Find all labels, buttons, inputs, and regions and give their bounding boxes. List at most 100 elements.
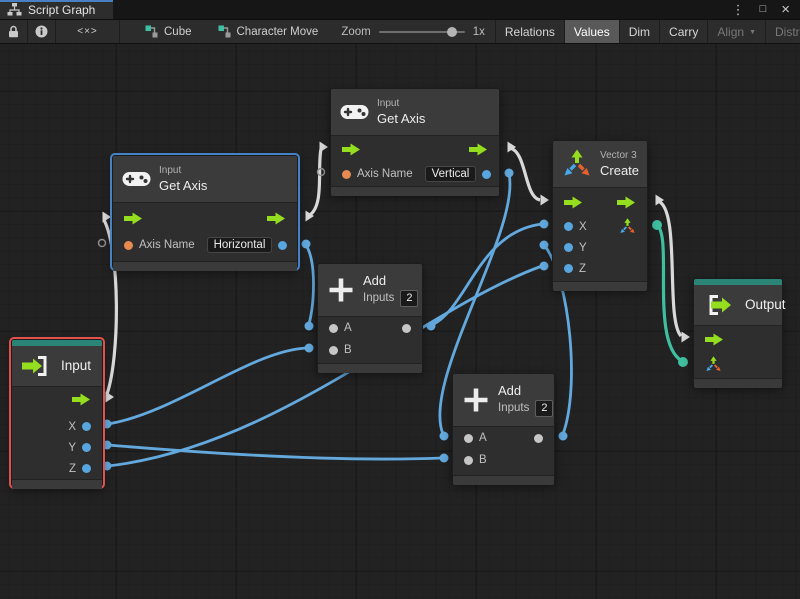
tab-script-graph[interactable]: Script Graph <box>0 0 113 19</box>
blue-value-port[interactable] <box>564 222 573 231</box>
gray-value-port[interactable] <box>402 324 411 333</box>
wire-input-event-x-to-add-1-b[interactable] <box>108 348 307 424</box>
inputs-label: Inputs <box>363 292 394 304</box>
node-input-event[interactable]: Input XYZ <box>11 339 103 487</box>
vector3-icon <box>562 149 592 179</box>
gamepad-icon <box>340 102 369 122</box>
orange-value-port[interactable] <box>124 241 133 250</box>
blue-value-port[interactable] <box>564 264 573 273</box>
node-row <box>12 387 102 411</box>
node-title: Input <box>61 358 91 374</box>
active-tab-indicator <box>0 0 113 2</box>
node-get-axis-vertical[interactable]: InputGet AxisAxis NameVertical <box>330 88 500 194</box>
toolbar-button-relations[interactable]: Relations <box>495 20 564 43</box>
wire-endpoint-dot <box>440 454 449 463</box>
port-label: Axis Name <box>357 168 413 180</box>
port-label: Y <box>68 442 76 454</box>
toolbar-button-align: Align▼ <box>707 20 765 43</box>
blue-value-port[interactable] <box>82 464 91 473</box>
code-button[interactable]: <×> <box>56 20 120 43</box>
wire-get-axis-horizontal-value-to-add-1-a[interactable] <box>306 245 314 324</box>
unconnected-port-indicator[interactable] <box>99 240 106 247</box>
node-header: Vector 3Create <box>553 141 647 188</box>
blue-value-port[interactable] <box>82 422 91 431</box>
flow-port[interactable] <box>705 333 724 346</box>
toolbar-button-carry[interactable]: Carry <box>659 20 707 43</box>
gray-value-port[interactable] <box>329 346 338 355</box>
zoom-slider[interactable] <box>379 31 465 33</box>
breadcrumb-character-move[interactable]: Character Move <box>205 20 332 43</box>
toolbar-button-dim[interactable]: Dim <box>619 20 659 43</box>
flow-port[interactable] <box>72 393 91 406</box>
get-axis-horizontal-value-field[interactable]: Horizontal <box>207 237 273 253</box>
node-footer <box>694 378 782 388</box>
flow-port[interactable] <box>342 143 361 156</box>
node-row: Y <box>12 437 102 458</box>
flow-port[interactable] <box>124 212 143 225</box>
node-vector3-create[interactable]: Vector 3CreateX YZ <box>552 140 648 289</box>
blue-value-port[interactable] <box>564 243 573 252</box>
wire-endpoint-dot <box>678 357 688 367</box>
flow-port[interactable] <box>617 196 636 209</box>
zoom-label: Zoom <box>341 26 370 38</box>
gray-value-port[interactable] <box>329 324 338 333</box>
breadcrumb-label: Cube <box>164 26 192 38</box>
blue-value-port[interactable] <box>482 170 491 179</box>
menu-kebab-icon[interactable]: ⋮ <box>732 3 745 16</box>
blue-value-port[interactable] <box>278 241 287 250</box>
flow-port[interactable] <box>564 196 583 209</box>
flow-port[interactable] <box>469 143 488 156</box>
lock-button[interactable] <box>0 20 28 43</box>
wire-add-1-result-to-vector3-create-x[interactable] <box>432 224 542 325</box>
vector3-port[interactable] <box>705 356 722 373</box>
port-label: Z <box>69 463 76 475</box>
wire-get-axis-vertical-flow-to-vector3-create-flow[interactable] <box>510 148 540 200</box>
toolbar-button-values[interactable]: Values <box>564 20 619 43</box>
orange-value-port[interactable] <box>342 170 351 179</box>
node-row: A <box>318 317 422 339</box>
node-get-axis-horizontal[interactable]: InputGet AxisAxis NameHorizontal <box>112 155 298 269</box>
flow-connection-arrow <box>306 211 315 222</box>
node-footer <box>331 186 499 196</box>
gray-value-port[interactable] <box>464 434 473 443</box>
node-row <box>694 326 782 352</box>
node-add-1[interactable]: AddInputs2AB <box>317 263 423 371</box>
wire-vector3-create-flow-to-output-event-flow[interactable] <box>658 201 681 336</box>
wire-endpoint-dot <box>540 220 549 229</box>
wire-endpoint-dot <box>103 462 112 471</box>
unconnected-port-indicator[interactable] <box>318 169 325 176</box>
node-output-event[interactable]: Output <box>693 278 783 386</box>
node-add-2[interactable]: AddInputs2AB <box>452 373 555 483</box>
port-label: Z <box>579 263 586 275</box>
node-row <box>113 203 297 233</box>
wire-endpoint-dot <box>540 241 549 250</box>
blue-value-port[interactable] <box>82 443 91 452</box>
node-row: X <box>12 416 102 437</box>
port-label: A <box>479 432 487 444</box>
wire-vector3-create-result-to-output-event-value[interactable] <box>657 225 682 361</box>
wire-endpoint-dot <box>559 432 568 441</box>
node-row: X <box>553 216 647 237</box>
node-kicker: Vector 3 <box>600 150 638 162</box>
close-icon[interactable]: × <box>781 2 790 17</box>
flow-connection-arrow <box>682 332 691 343</box>
graph-canvas[interactable]: InputXYZInputGet AxisAxis NameHorizontal… <box>0 44 800 599</box>
wire-input-event-y-to-add-2-b[interactable] <box>108 445 442 459</box>
info-button[interactable] <box>28 20 56 43</box>
port-label: B <box>344 344 352 356</box>
wire-endpoint-dot <box>427 322 436 331</box>
gray-value-port[interactable] <box>534 434 543 443</box>
wire-endpoint-dot <box>440 432 449 441</box>
get-axis-vertical-value-field[interactable]: Vertical <box>425 166 477 182</box>
breadcrumb-cube[interactable]: Cube <box>132 20 205 43</box>
gray-value-port[interactable] <box>464 456 473 465</box>
inputs-count-field[interactable]: 2 <box>400 290 418 307</box>
wire-get-axis-horizontal-flow-to-get-axis-vertical-flow[interactable] <box>308 149 321 216</box>
flow-port[interactable] <box>267 212 286 225</box>
unity-script-graph-window: Script Graph ⋮ □ × <×> Cube Character Mov… <box>0 0 800 599</box>
vector3-port[interactable] <box>619 218 636 235</box>
maximize-icon[interactable]: □ <box>760 4 767 15</box>
node-footer <box>12 479 102 489</box>
zoom-slider-knob[interactable] <box>447 27 457 37</box>
inputs-count-field[interactable]: 2 <box>535 400 553 417</box>
